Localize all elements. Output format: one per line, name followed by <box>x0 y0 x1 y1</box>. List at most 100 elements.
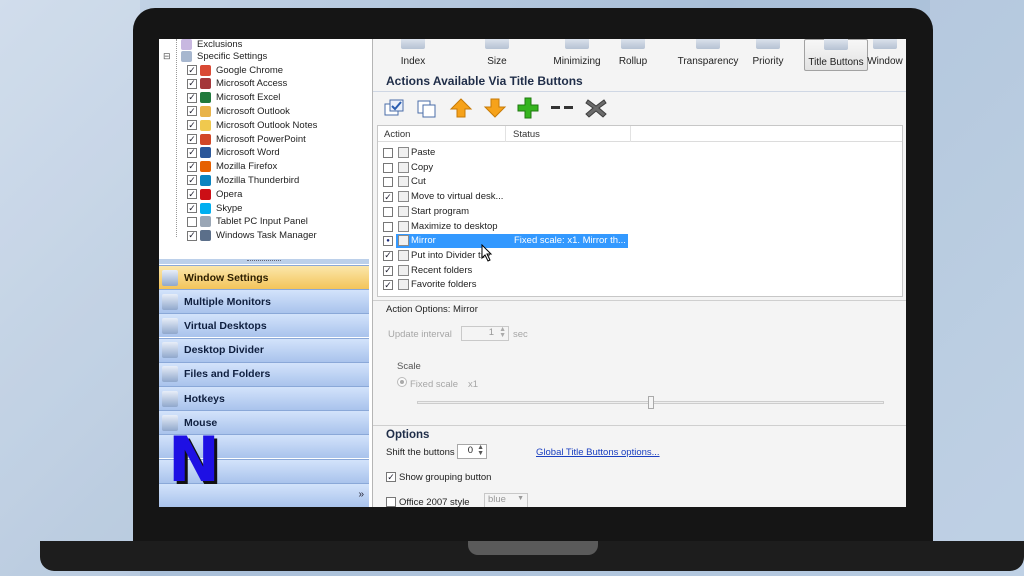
app-checkbox[interactable]: ✓ <box>187 65 197 75</box>
app-checkbox[interactable]: ✓ <box>187 147 197 158</box>
action-checkbox[interactable] <box>383 221 393 232</box>
app-checkbox[interactable]: ✓ <box>187 189 197 200</box>
spinner-arrows-icon[interactable]: ▲ ▼ <box>477 444 484 457</box>
toolbar-label: Index <box>400 56 426 67</box>
fixed-scale-value: x1 <box>468 379 479 390</box>
tree-item-app[interactable]: ✓ Google Chrome <box>187 63 283 77</box>
action-label: Favorite folders <box>411 279 477 291</box>
action-row[interactable]: ✓ Put into Divider tile <box>378 249 902 263</box>
nav-item-icon <box>162 390 178 407</box>
tree-item-app[interactable]: ✓ Microsoft Excel <box>187 91 280 105</box>
app-checkbox[interactable] <box>187 216 197 227</box>
move-up-icon[interactable] <box>449 97 473 119</box>
skype-icon <box>200 202 211 214</box>
action-checkbox[interactable]: ✓ <box>383 280 393 291</box>
shift-buttons-spinner[interactable]: 0 ▲ ▼ <box>457 444 487 459</box>
action-row[interactable]: Maximize to desktop <box>378 220 902 234</box>
column-header-action[interactable]: Action <box>384 129 410 140</box>
action-row[interactable]: Cut <box>378 175 902 189</box>
actions-list-header: Action Status <box>378 126 902 142</box>
toolbar-button[interactable]: Size <box>471 39 523 71</box>
collapse-icon[interactable]: ⊟ <box>163 51 175 62</box>
tree-item-app[interactable]: ✓ Opera <box>187 187 242 201</box>
remove-icon[interactable] <box>550 97 574 119</box>
app-checkbox[interactable]: ✓ <box>187 203 197 213</box>
nav-item[interactable]: Virtual Desktops <box>159 313 369 338</box>
tree-item-app[interactable]: ✓ Microsoft Word <box>187 146 280 160</box>
toolbar-button[interactable]: Index <box>387 39 439 71</box>
tree-item-app[interactable]: ✓ Microsoft Access <box>187 77 287 91</box>
action-row[interactable]: ✓ Favorite folders <box>378 278 902 292</box>
check-all-icon[interactable] <box>382 97 406 119</box>
action-checkbox[interactable] <box>383 162 393 173</box>
action-checkbox[interactable]: ✓ <box>383 265 393 276</box>
exclusions-icon <box>181 39 192 50</box>
action-row[interactable]: ✓ Recent folders <box>378 264 902 278</box>
app-checkbox[interactable]: ✓ <box>187 134 197 144</box>
app-checkbox[interactable]: ✓ <box>187 92 197 103</box>
powerpoint-icon <box>200 133 211 145</box>
app-checkbox[interactable]: ✓ <box>187 78 197 89</box>
actions-list[interactable]: Action Status Paste Copy Cut ✓ Move to virtu… <box>377 125 903 297</box>
action-checkbox[interactable] <box>383 177 393 188</box>
panel-splitter[interactable] <box>159 259 369 264</box>
action-options-title: Action Options: Mirror <box>386 304 478 315</box>
delete-icon[interactable] <box>584 97 608 119</box>
tree-item-app[interactable]: ✓ Microsoft Outlook Notes <box>187 118 317 132</box>
more-chevron-icon[interactable]: » <box>358 489 364 500</box>
nav-item-icon <box>162 293 178 310</box>
toolbar-button[interactable]: Rollup <box>611 39 655 71</box>
tree-item-app[interactable]: ✓ Mozilla Thunderbird <box>187 173 299 187</box>
toolbar-button[interactable]: Minimizing <box>543 39 611 71</box>
action-row[interactable]: ✓ Move to virtual desk... <box>378 190 902 204</box>
tree-item-app[interactable]: Tablet PC Input Panel <box>187 215 308 229</box>
tree-item-app[interactable]: ✓ Microsoft PowerPoint <box>187 132 306 146</box>
action-status: Fixed scale: x1. Mirror th... <box>514 235 626 247</box>
app-checkbox[interactable]: ✓ <box>187 230 197 241</box>
app-checkbox[interactable]: ✓ <box>187 106 197 117</box>
action-icon <box>398 264 409 276</box>
app-checkbox[interactable]: ✓ <box>187 120 197 131</box>
app-checkbox[interactable]: ✓ <box>187 161 197 172</box>
app-label: Microsoft PowerPoint <box>216 133 306 145</box>
toolbar-button[interactable]: Transparency <box>669 39 747 71</box>
tree-item-app[interactable]: ✓ Windows Task Manager <box>187 229 317 243</box>
task-manager-icon <box>200 230 211 242</box>
app-checkbox[interactable]: ✓ <box>187 175 197 186</box>
action-label: Cut <box>411 176 426 188</box>
nav-item[interactable]: Hotkeys <box>159 386 369 410</box>
toolbar-button[interactable]: Window <box>863 39 906 71</box>
tree-item-app[interactable]: ✓ Microsoft Outlook <box>187 104 290 118</box>
action-checkbox[interactable]: ● <box>383 236 393 247</box>
copy-icon[interactable] <box>415 97 439 119</box>
action-checkbox[interactable]: ✓ <box>383 192 393 203</box>
settings-tree: Exclusions ⊟ Specific Settings ✓ Google C… <box>159 39 369 259</box>
nav-item[interactable]: Files and Folders <box>159 361 369 386</box>
access-icon <box>200 78 211 90</box>
tree-item-app[interactable]: ✓ Mozilla Firefox <box>187 160 277 174</box>
nav-item[interactable]: Desktop Divider <box>159 337 369 362</box>
action-row[interactable]: Start program <box>378 205 902 219</box>
firefox-icon <box>200 161 211 173</box>
app-label: Google Chrome <box>216 64 284 76</box>
move-down-icon[interactable] <box>483 97 507 119</box>
tree-item-app[interactable]: ✓ Skype <box>187 201 242 215</box>
toolbar-button[interactable]: Title Buttons <box>804 39 868 71</box>
show-grouping-checkbox[interactable]: ✓ <box>386 472 396 482</box>
action-row[interactable]: Copy <box>378 161 902 175</box>
actions-section-title: Actions Available Via Title Buttons <box>373 74 906 92</box>
global-title-buttons-link[interactable]: Global Title Buttons options... <box>536 447 660 458</box>
action-row[interactable]: ● Mirror Fixed scale: x1. Mirror th... <box>378 234 902 249</box>
action-checkbox[interactable] <box>383 206 393 217</box>
toolbar-button[interactable]: Priority <box>749 39 787 71</box>
nav-item[interactable]: Window Settings <box>159 265 369 289</box>
column-header-status[interactable]: Status <box>513 129 540 140</box>
action-checkbox[interactable]: ✓ <box>383 250 393 261</box>
nav-item[interactable]: Multiple Monitors <box>159 289 369 314</box>
toolbar-icon <box>401 39 425 49</box>
office-2007-checkbox[interactable] <box>386 497 396 507</box>
add-icon[interactable] <box>516 97 540 119</box>
action-row[interactable]: Paste <box>378 146 902 160</box>
tree-item-specific-settings[interactable]: ⊟ Specific Settings <box>163 49 267 63</box>
action-checkbox[interactable] <box>383 148 393 158</box>
